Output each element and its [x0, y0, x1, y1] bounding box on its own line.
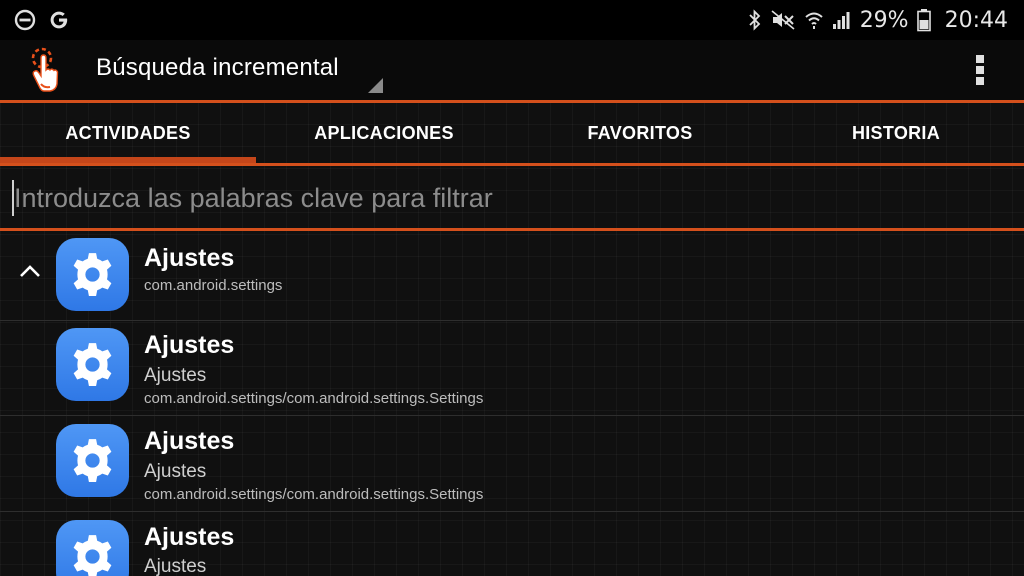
item-subtitle: Ajustes	[144, 365, 207, 386]
item-title: Ajustes	[144, 244, 235, 272]
bluetooth-icon	[749, 9, 760, 31]
settings-gear-icon	[56, 424, 129, 497]
item-component: com.android.settings/com.android.setting…	[144, 486, 484, 503]
google-icon	[50, 11, 68, 29]
tab-historia[interactable]: HISTORIA	[768, 103, 1024, 163]
app-title: Búsqueda incremental	[96, 54, 339, 81]
activity-list: Ajustes com.android.settings Ajustes Aju…	[0, 231, 1024, 576]
tab-bar: ACTIVIDADES APLICACIONES FAVORITOS HISTO…	[0, 103, 1024, 163]
mute-icon	[771, 10, 795, 30]
pointing-hand-icon[interactable]	[22, 46, 68, 94]
clock: 20:44	[944, 7, 1008, 33]
list-item[interactable]: Ajustes Ajustes com.android.settings/com…	[0, 321, 1024, 416]
search-input[interactable]	[14, 174, 994, 222]
item-subtitle: Ajustes	[144, 461, 207, 482]
status-bar: 29% 20:44	[0, 0, 1024, 40]
settings-gear-icon	[56, 238, 129, 311]
item-title: Ajustes	[144, 427, 235, 455]
settings-gear-icon	[56, 520, 129, 576]
tab-actividades[interactable]: ACTIVIDADES	[0, 103, 256, 163]
tab-favoritos[interactable]: FAVORITOS	[512, 103, 768, 163]
chevron-up-icon[interactable]	[18, 263, 42, 279]
item-title: Ajustes	[144, 523, 235, 551]
dropdown-triangle-icon	[368, 78, 383, 93]
overflow-menu-icon[interactable]	[966, 50, 994, 90]
list-item[interactable]: Ajustes com.android.settings	[0, 231, 1024, 321]
wifi-icon	[805, 12, 823, 29]
settings-gear-icon	[56, 328, 129, 401]
battery-icon	[916, 9, 931, 32]
list-item[interactable]: Ajustes Ajustes	[0, 512, 1024, 576]
item-title: Ajustes	[144, 331, 235, 359]
status-left	[14, 9, 70, 31]
status-right: 29% 20:44	[748, 6, 1008, 34]
item-package: com.android.settings	[144, 277, 283, 294]
title-spinner[interactable]: Búsqueda incremental	[96, 54, 396, 93]
app-bar: Búsqueda incremental	[0, 40, 1024, 100]
list-item[interactable]: Ajustes Ajustes com.android.settings/com…	[0, 416, 1024, 512]
item-subtitle: Ajustes	[144, 556, 207, 576]
signal-icon	[832, 12, 850, 29]
tab-aplicaciones[interactable]: APLICACIONES	[256, 103, 512, 163]
item-component: com.android.settings/com.android.setting…	[144, 390, 484, 407]
dnd-icon	[14, 9, 36, 31]
battery-percent: 29%	[859, 7, 909, 33]
